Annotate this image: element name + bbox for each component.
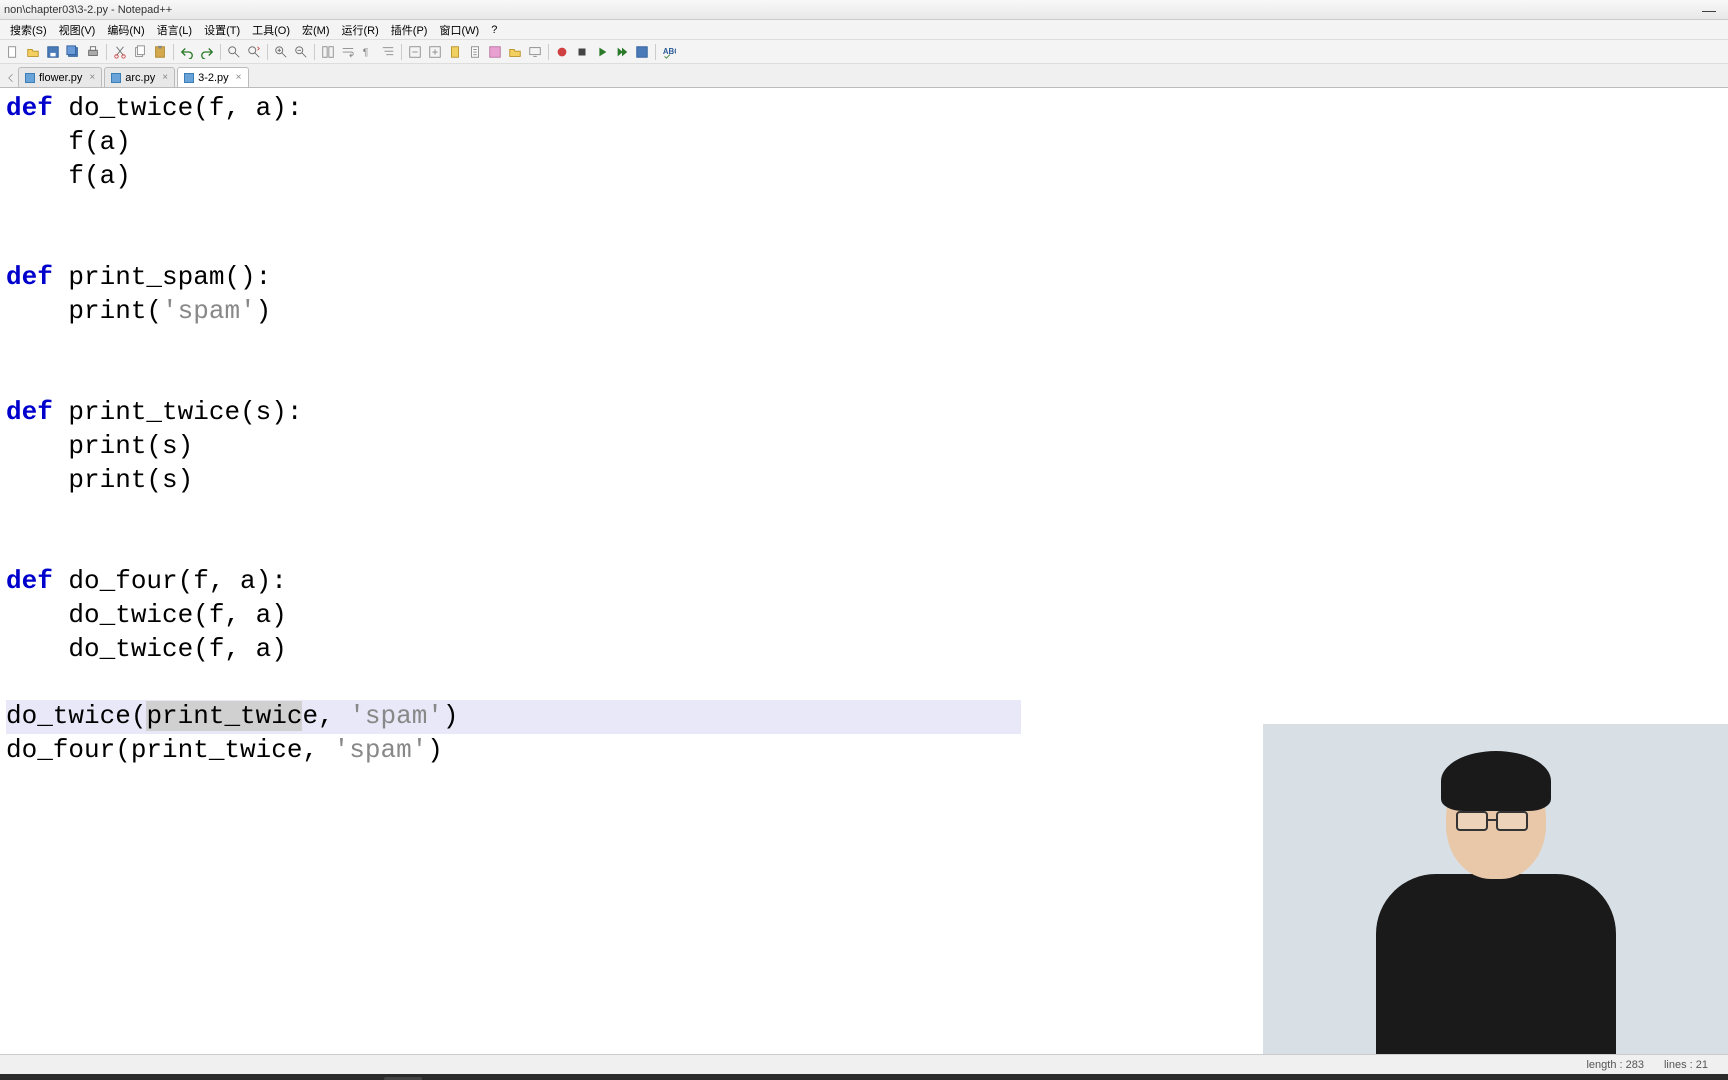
window-title: non\chapter03\3-2.py - Notepad++ <box>4 4 172 16</box>
zoom-out-icon[interactable] <box>292 43 310 61</box>
unfolding-icon[interactable] <box>426 43 444 61</box>
cut-icon[interactable] <box>111 43 129 61</box>
file-tab-flower[interactable]: flower.py × <box>18 67 102 87</box>
menubar: 搜索(S) 视图(V) 编码(N) 语言(L) 设置(T) 工具(O) 宏(M)… <box>0 20 1728 40</box>
file-icon <box>111 73 121 83</box>
save-macro-icon[interactable] <box>633 43 651 61</box>
menu-run[interactable]: 运行(R) <box>336 22 385 38</box>
redo-icon[interactable] <box>198 43 216 61</box>
menu-window[interactable]: 窗口(W) <box>433 22 485 38</box>
file-tab-label: 3-2.py <box>198 72 229 84</box>
file-icon <box>25 73 35 83</box>
doc-map-icon[interactable] <box>446 43 464 61</box>
open-file-icon[interactable] <box>24 43 42 61</box>
tab-left-icon[interactable] <box>4 69 18 87</box>
webcam-overlay <box>1263 724 1728 1054</box>
menu-help[interactable]: ? <box>485 24 503 36</box>
monitor-icon[interactable] <box>526 43 544 61</box>
close-tab-icon[interactable]: × <box>162 72 168 83</box>
file-tab-label: arc.py <box>125 72 155 84</box>
file-tab-3-2[interactable]: 3-2.py × <box>177 67 248 87</box>
minimize-button[interactable]: — <box>1694 2 1724 18</box>
close-tab-icon[interactable]: × <box>89 72 95 83</box>
stop-macro-icon[interactable] <box>573 43 591 61</box>
file-tab-label: flower.py <box>39 72 82 84</box>
undo-icon[interactable] <box>178 43 196 61</box>
code-editor[interactable]: def do_twice(f, a): f(a) f(a) def print_… <box>0 88 1728 1054</box>
taskbar <box>0 1074 1728 1080</box>
menu-language[interactable]: 语言(L) <box>151 22 198 38</box>
file-icon <box>184 73 194 83</box>
status-length: length : 283 <box>1586 1059 1644 1071</box>
close-tab-icon[interactable]: × <box>236 72 242 83</box>
play-macro-icon[interactable] <box>593 43 611 61</box>
folding-icon[interactable] <box>406 43 424 61</box>
menu-search[interactable]: 搜索(S) <box>4 22 53 38</box>
code-content: def do_twice(f, a): f(a) f(a) def print_… <box>0 88 1728 768</box>
toolbar: ¶ ABC <box>0 40 1728 64</box>
statusbar: length : 283 lines : 21 <box>0 1054 1728 1074</box>
menu-plugins[interactable]: 插件(P) <box>385 22 434 38</box>
folder-icon[interactable] <box>506 43 524 61</box>
copy-icon[interactable] <box>131 43 149 61</box>
titlebar: non\chapter03\3-2.py - Notepad++ — <box>0 0 1728 20</box>
doc-list-icon[interactable] <box>466 43 484 61</box>
menu-tools[interactable]: 工具(O) <box>246 22 296 38</box>
file-tabbar: flower.py × arc.py × 3-2.py × <box>0 64 1728 88</box>
indent-guide-icon[interactable] <box>379 43 397 61</box>
menu-macro[interactable]: 宏(M) <box>296 22 336 38</box>
file-tab-arc[interactable]: arc.py × <box>104 67 175 87</box>
paste-icon[interactable] <box>151 43 169 61</box>
spellcheck-icon[interactable]: ABC <box>660 43 678 61</box>
svg-text:ABC: ABC <box>663 46 676 55</box>
new-file-icon[interactable] <box>4 43 22 61</box>
menu-view[interactable]: 视图(V) <box>53 22 102 38</box>
print-icon[interactable] <box>84 43 102 61</box>
show-all-chars-icon[interactable]: ¶ <box>359 43 377 61</box>
status-lines: lines : 21 <box>1664 1059 1708 1071</box>
save-all-icon[interactable] <box>64 43 82 61</box>
word-wrap-icon[interactable] <box>339 43 357 61</box>
sync-scroll-icon[interactable] <box>319 43 337 61</box>
svg-text:¶: ¶ <box>363 46 369 58</box>
function-list-icon[interactable] <box>486 43 504 61</box>
menu-encoding[interactable]: 编码(N) <box>101 22 150 38</box>
menu-settings[interactable]: 设置(T) <box>198 22 246 38</box>
zoom-in-icon[interactable] <box>272 43 290 61</box>
save-icon[interactable] <box>44 43 62 61</box>
play-multi-icon[interactable] <box>613 43 631 61</box>
replace-icon[interactable] <box>245 43 263 61</box>
find-icon[interactable] <box>225 43 243 61</box>
record-macro-icon[interactable] <box>553 43 571 61</box>
